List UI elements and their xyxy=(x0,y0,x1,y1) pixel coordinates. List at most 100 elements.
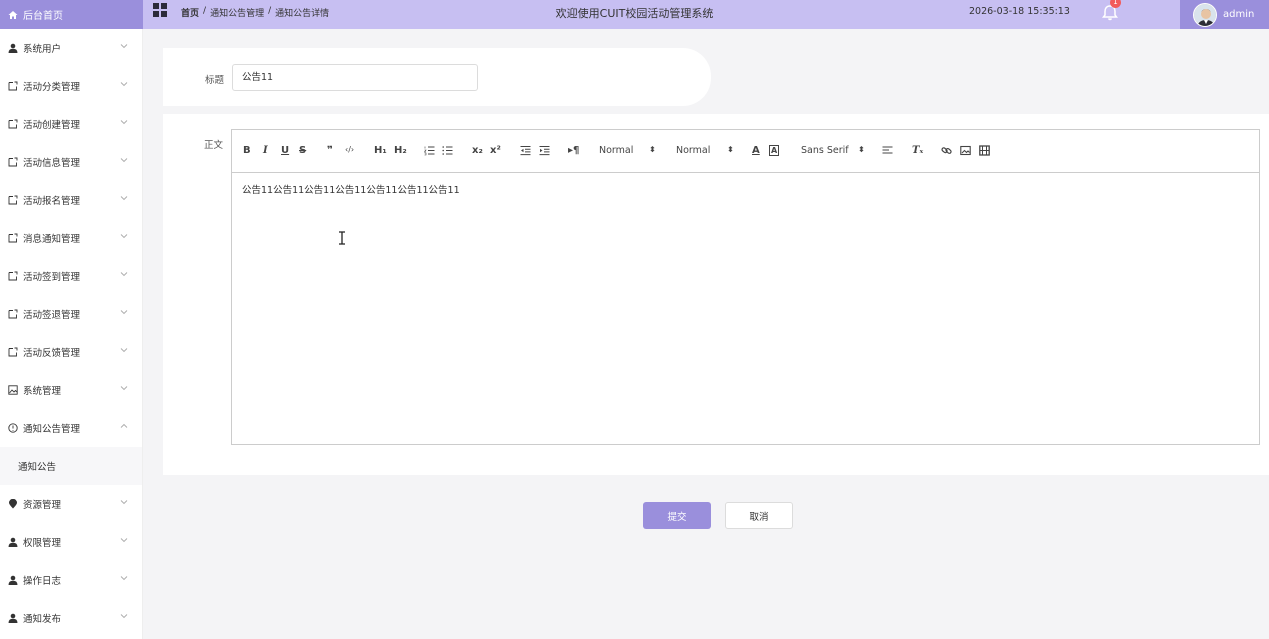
username: admin xyxy=(1223,9,1255,20)
sidebar-item-label: 通知发布 xyxy=(23,614,62,625)
editor-toolbar: B I U S ❞ ‹/› H₁ H₂ x₂ x² ▸¶ Normal ⬍ No… xyxy=(232,130,1259,173)
chevron-down-icon xyxy=(120,348,128,353)
image-icon[interactable] xyxy=(960,145,971,156)
sidebar-item-label: 系统管理 xyxy=(23,386,62,397)
text-cursor-icon xyxy=(339,231,345,245)
sidebar-item-label: 活动签退管理 xyxy=(23,310,81,321)
align-icon[interactable] xyxy=(882,146,893,156)
chevron-down-icon xyxy=(120,234,128,239)
rich-text-editor: B I U S ❞ ‹/› H₁ H₂ x₂ x² ▸¶ Normal ⬍ No… xyxy=(231,129,1260,445)
sidebar-item-operation-log[interactable]: 操作日志 xyxy=(0,561,142,599)
sidebar-item-notice-management[interactable]: 通知公告管理 xyxy=(0,409,142,447)
text-color-icon[interactable]: A xyxy=(752,145,760,156)
sidebar-item-activity-creation[interactable]: 活动创建管理 xyxy=(0,105,142,143)
sidebar-item-activity-checkin[interactable]: 活动签到管理 xyxy=(0,257,142,295)
chevron-down-icon xyxy=(120,158,128,163)
file-icon xyxy=(8,233,18,243)
strike-button[interactable]: S xyxy=(299,145,306,156)
chevron-down-icon xyxy=(120,44,128,49)
sidebar-item-activity-registration[interactable]: 活动报名管理 xyxy=(0,181,142,219)
size-select[interactable]: Normal xyxy=(599,145,633,156)
text-direction-button[interactable]: ▸¶ xyxy=(568,145,579,156)
sidebar-subitem-notice[interactable]: 通知公告 xyxy=(0,447,142,485)
video-icon[interactable] xyxy=(979,145,990,156)
sidebar-item-label: 活动反馈管理 xyxy=(23,348,81,359)
italic-button[interactable]: I xyxy=(263,145,268,156)
breadcrumb-separator: / xyxy=(268,6,272,16)
user-icon xyxy=(8,537,18,547)
sidebar-item-activity-feedback[interactable]: 活动反馈管理 xyxy=(0,333,142,371)
welcome-text: 欢迎使用CUIT校园活动管理系统 xyxy=(555,7,714,20)
breadcrumb-notice-management[interactable]: 通知公告管理 xyxy=(210,6,264,19)
user-menu[interactable]: admin xyxy=(1180,0,1269,29)
underline-button[interactable]: U xyxy=(281,145,289,156)
file-icon xyxy=(8,195,18,205)
chevron-down-icon xyxy=(120,196,128,201)
sidebar-item-notice-publish[interactable]: 通知发布 xyxy=(0,599,142,637)
breadcrumb-home[interactable]: 首页 xyxy=(181,6,199,19)
avatar xyxy=(1193,2,1217,27)
bullet-list-icon[interactable] xyxy=(442,145,453,156)
picture-icon xyxy=(8,385,18,395)
chevron-down-icon xyxy=(120,386,128,391)
chevron-down-icon xyxy=(120,576,128,581)
sidebar-item-permission-management[interactable]: 权限管理 xyxy=(0,523,142,561)
header-select[interactable]: Normal xyxy=(676,145,710,156)
ordered-list-icon[interactable] xyxy=(424,145,435,156)
indent-icon[interactable] xyxy=(539,145,550,156)
breadcrumb-separator: / xyxy=(203,6,207,16)
sidebar-item-resource-management[interactable]: 资源管理 xyxy=(0,485,142,523)
home-icon xyxy=(8,10,18,19)
menu-grid-icon[interactable] xyxy=(153,3,167,17)
top-header: 后台首页 首页 / 通知公告管理 / 通知公告详情 欢迎使用CUIT校园活动管理… xyxy=(0,0,1269,29)
submit-button[interactable]: 提交 xyxy=(643,502,711,529)
sidebar-item-activity-info[interactable]: 活动信息管理 xyxy=(0,143,142,181)
subscript-button[interactable]: x₂ xyxy=(472,145,483,156)
file-icon xyxy=(8,271,18,281)
sidebar-item-label: 活动报名管理 xyxy=(23,196,81,207)
chevron-down-icon xyxy=(120,82,128,87)
chevron-down-icon xyxy=(120,310,128,315)
file-icon xyxy=(8,81,18,91)
title-input[interactable]: 公告11 xyxy=(232,64,478,91)
file-icon xyxy=(8,309,18,319)
sidebar-item-label: 权限管理 xyxy=(23,538,62,549)
font-select[interactable]: Sans Serif xyxy=(801,145,849,156)
sidebar-item-message-notice[interactable]: 消息通知管理 xyxy=(0,219,142,257)
sidebar: 系统用户 活动分类管理 活动创建管理 活动信息管理 活动报名管理 消息通知管理 … xyxy=(0,29,143,639)
chevron-down-icon xyxy=(120,272,128,277)
editor-content[interactable]: 公告11公告11公告11公告11公告11公告11公告11 xyxy=(242,182,460,196)
sidebar-item-activity-category[interactable]: 活动分类管理 xyxy=(0,67,142,105)
file-icon xyxy=(8,347,18,357)
user-icon xyxy=(8,43,18,53)
home-label: 后台首页 xyxy=(23,11,63,22)
header2-button[interactable]: H₂ xyxy=(394,145,407,156)
sidebar-item-label: 消息通知管理 xyxy=(23,234,81,245)
sidebar-item-system-users[interactable]: 系统用户 xyxy=(0,29,142,67)
link-icon[interactable] xyxy=(941,145,952,156)
title-label: 标题 xyxy=(205,75,225,86)
outdent-icon[interactable] xyxy=(520,145,531,156)
sidebar-item-label: 活动分类管理 xyxy=(23,82,81,93)
user-icon xyxy=(8,613,18,623)
clean-format-button[interactable]: Tₓ xyxy=(912,145,923,156)
background-color-icon[interactable]: A xyxy=(769,145,780,156)
select-arrows-icon: ⬍ xyxy=(649,145,656,154)
chevron-down-icon xyxy=(120,538,128,543)
sidebar-item-label: 通知公告管理 xyxy=(23,424,81,435)
header1-button[interactable]: H₁ xyxy=(374,145,387,156)
chevron-down-icon xyxy=(120,120,128,125)
superscript-button[interactable]: x² xyxy=(490,145,501,156)
sidebar-item-label: 操作日志 xyxy=(23,576,62,587)
sidebar-item-label: 系统用户 xyxy=(23,44,62,55)
code-block-button[interactable]: ‹/› xyxy=(345,145,354,154)
cancel-button[interactable]: 取消 xyxy=(725,502,793,529)
bold-button[interactable]: B xyxy=(243,145,251,156)
sidebar-item-label: 资源管理 xyxy=(23,500,62,511)
blockquote-button[interactable]: ❞ xyxy=(327,145,333,156)
home-nav[interactable]: 后台首页 xyxy=(0,0,143,29)
sidebar-item-activity-checkout[interactable]: 活动签退管理 xyxy=(0,295,142,333)
sidebar-item-label: 活动信息管理 xyxy=(23,158,81,169)
location-icon xyxy=(9,499,17,509)
sidebar-item-system-management[interactable]: 系统管理 xyxy=(0,371,142,409)
